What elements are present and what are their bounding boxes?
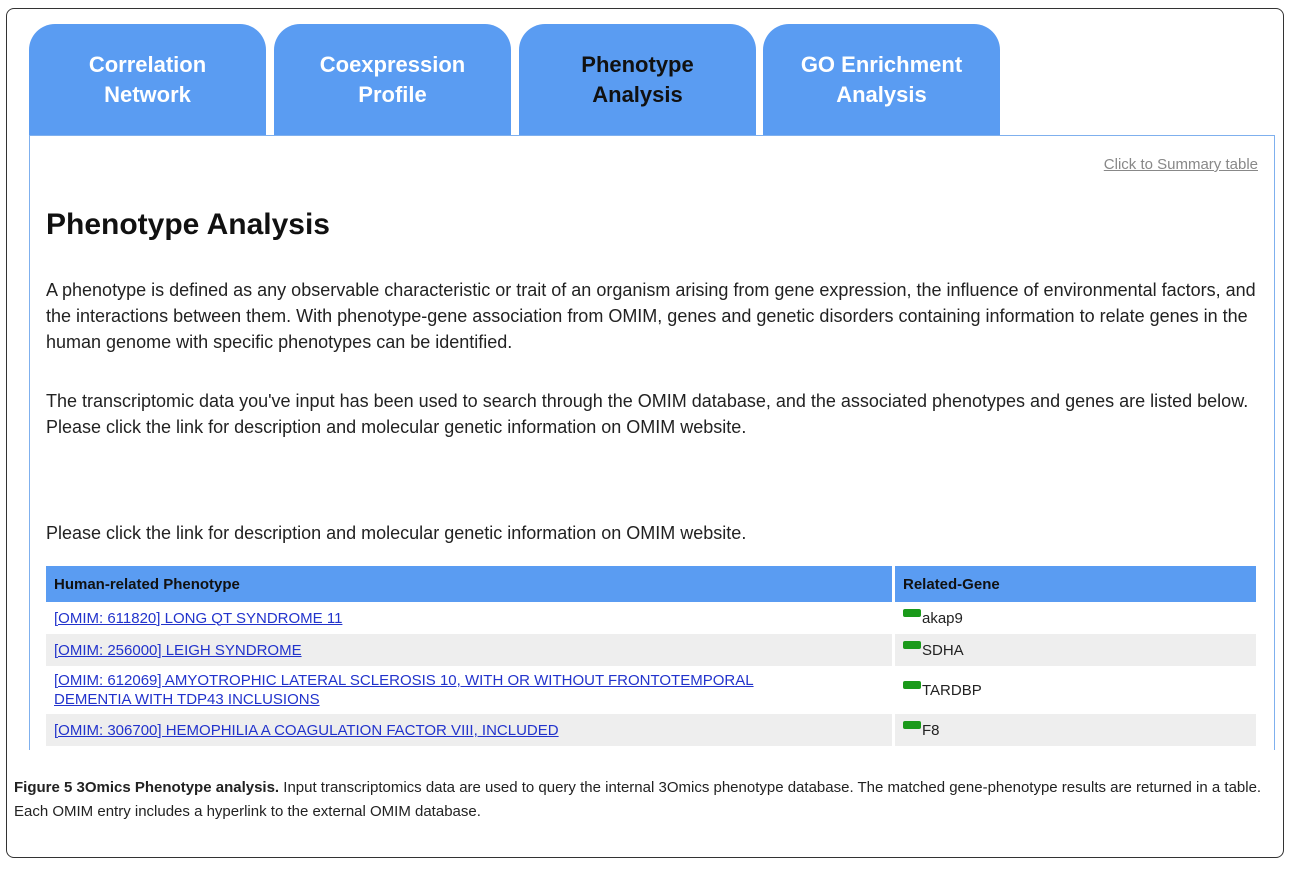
gene-name: SDHA xyxy=(922,642,964,659)
table-row: [OMIM: 256000] LEIGH SYNDROME SDHA xyxy=(46,634,1256,666)
tab-phenotype-analysis[interactable]: Phenotype Analysis xyxy=(519,24,756,136)
phenotype-column-header: Human-related Phenotype xyxy=(46,566,894,602)
tab-coexpression-profile[interactable]: Coexpression Profile xyxy=(274,24,511,136)
green-gene-marker-icon xyxy=(903,641,921,649)
content-panel: Click to Summary table Phenotype Analysi… xyxy=(29,135,1275,750)
gene-cell: F8 xyxy=(892,714,1256,746)
gene-name: TARDBP xyxy=(922,682,982,699)
caption-label: Figure 5 3Omics Phenotype analysis. xyxy=(14,779,280,796)
green-gene-marker-icon xyxy=(903,721,921,729)
table-row: [OMIM: 306700] HEMOPHILIA A COAGULATION … xyxy=(46,714,1256,746)
gene-cell: SDHA xyxy=(892,634,1256,666)
omim-link[interactable]: [OMIM: 611820] LONG QT SYNDROME 11 xyxy=(54,610,342,627)
tab-label: Coexpression Profile xyxy=(319,52,466,107)
gene-name: F8 xyxy=(922,722,940,739)
table-row: [OMIM: 612069] AMYOTROPHIC LATERAL SCLER… xyxy=(46,666,1256,714)
gene-cell: TARDBP xyxy=(892,666,1256,714)
omim-link[interactable]: [OMIM: 612069] AMYOTROPHIC LATERAL SCLER… xyxy=(54,671,754,709)
gene-column-header: Related-Gene xyxy=(892,566,1256,602)
green-gene-marker-icon xyxy=(903,681,921,689)
intro-paragraph: A phenotype is defined as any observable… xyxy=(46,280,1256,352)
tab-label: Phenotype Analysis xyxy=(581,52,694,107)
tab-correlation-network[interactable]: Correlation Network xyxy=(29,24,266,136)
omim-link[interactable]: [OMIM: 256000] LEIGH SYNDROME xyxy=(54,642,302,659)
link-instruction-paragraph: Please click the link for description an… xyxy=(46,523,747,543)
page-title: Phenotype Analysis xyxy=(46,208,330,241)
summary-table-link[interactable]: Click to Summary table xyxy=(1104,156,1258,173)
phenotype-cell: [OMIM: 611820] LONG QT SYNDROME 11 xyxy=(46,602,894,634)
figure-caption: Figure 5 3Omics Phenotype analysis. Inpu… xyxy=(14,776,1276,824)
gene-cell: akap9 xyxy=(892,602,1256,634)
table-header-row: Human-related Phenotype Related-Gene xyxy=(46,566,1256,602)
tab-label: GO Enrichment Analysis xyxy=(800,52,963,107)
search-description-paragraph: The transcriptomic data you've input has… xyxy=(46,391,1249,437)
phenotype-cell: [OMIM: 256000] LEIGH SYNDROME xyxy=(46,634,894,666)
phenotype-table: Human-related Phenotype Related-Gene [OM… xyxy=(46,566,1256,746)
tab-label: Correlation Network xyxy=(88,52,207,107)
phenotype-cell: [OMIM: 306700] HEMOPHILIA A COAGULATION … xyxy=(46,714,894,746)
gene-name: akap9 xyxy=(922,610,963,627)
tab-go-enrichment-analysis[interactable]: GO Enrichment Analysis xyxy=(763,24,1000,136)
omim-link[interactable]: [OMIM: 306700] HEMOPHILIA A COAGULATION … xyxy=(54,722,559,739)
table-row: [OMIM: 611820] LONG QT SYNDROME 11 akap9 xyxy=(46,602,1256,634)
green-gene-marker-icon xyxy=(903,609,921,617)
phenotype-cell: [OMIM: 612069] AMYOTROPHIC LATERAL SCLER… xyxy=(46,666,894,714)
